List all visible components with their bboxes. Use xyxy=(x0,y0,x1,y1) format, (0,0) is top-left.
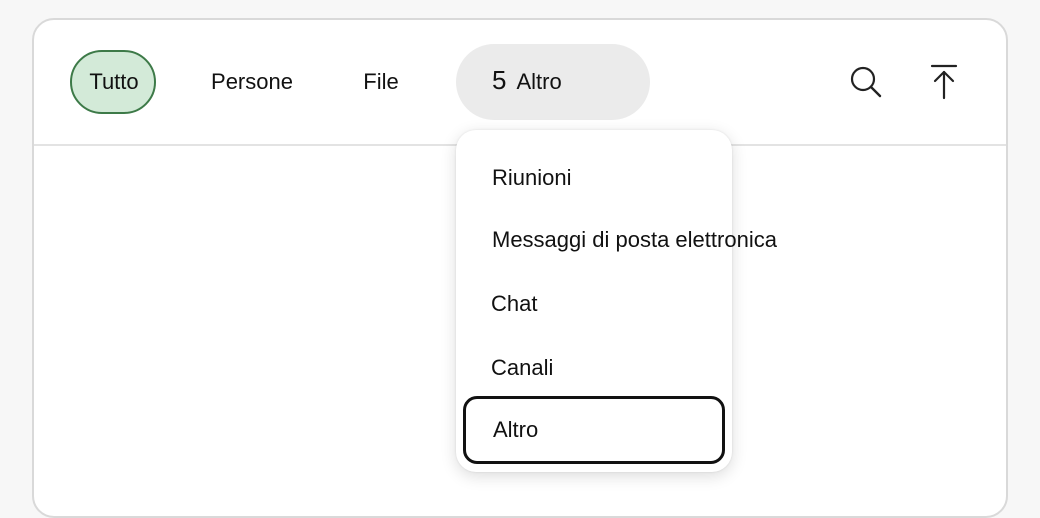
tab-people-label: Persone xyxy=(211,69,293,94)
menu-item-emails[interactable]: Messaggi di posta elettronica xyxy=(456,212,777,268)
collapse-button[interactable] xyxy=(920,58,968,106)
menu-item-label: Canali xyxy=(491,355,554,380)
arrow-up-to-top-icon xyxy=(930,64,958,100)
menu-item-meetings[interactable]: Riunioni xyxy=(456,150,732,206)
search-button[interactable] xyxy=(842,58,890,106)
menu-item-chat[interactable]: Chat xyxy=(456,276,732,332)
menu-item-more-focused[interactable]: Altro xyxy=(463,396,725,464)
menu-item-channels[interactable]: Canali xyxy=(456,340,732,396)
more-count: 5 xyxy=(492,64,507,95)
search-icon xyxy=(850,66,882,98)
tab-people[interactable]: Persone xyxy=(194,50,310,114)
tab-files-label: File xyxy=(363,69,399,94)
menu-item-label: Altro xyxy=(493,417,539,442)
tab-files[interactable]: File xyxy=(348,50,414,114)
menu-item-label: Riunioni xyxy=(492,165,572,190)
tab-more-dropdown[interactable]: 5 Altro xyxy=(456,44,650,120)
menu-item-label: Chat xyxy=(491,291,538,316)
tab-all[interactable]: Tutto xyxy=(70,50,156,114)
tab-all-label: Tutto xyxy=(89,69,139,94)
menu-item-label: Messaggi di posta elettronica xyxy=(492,227,777,252)
tab-more-label: Altro xyxy=(516,69,562,94)
more-dropdown-menu: Riunioni Messaggi di posta elettronica C… xyxy=(456,130,777,472)
